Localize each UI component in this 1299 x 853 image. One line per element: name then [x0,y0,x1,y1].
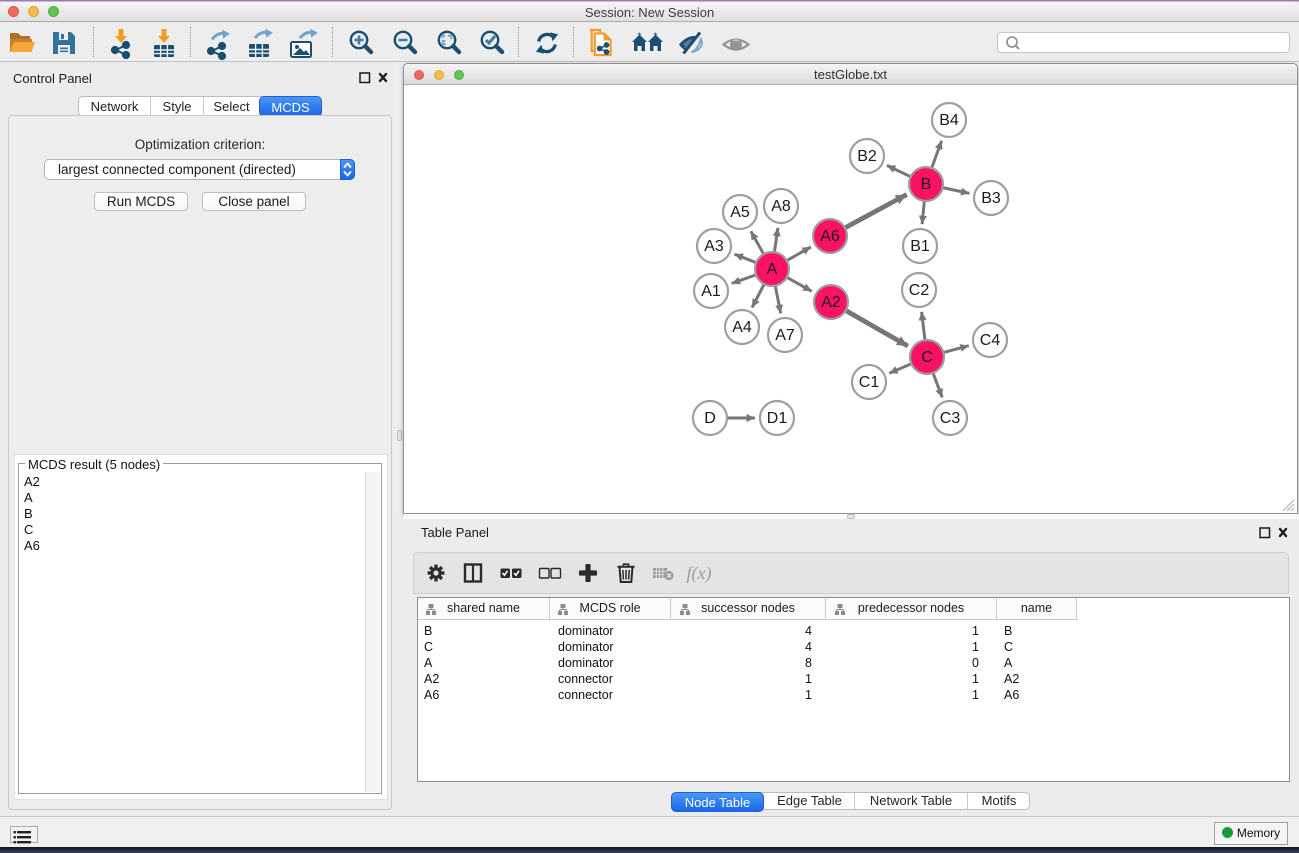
svg-text:B4: B4 [939,112,959,129]
svg-text:C3: C3 [940,410,961,427]
svg-text:A8: A8 [771,198,791,215]
svg-text:f(x): f(x) [687,563,712,584]
svg-text:B3: B3 [981,190,1001,207]
svg-text:A4: A4 [732,319,752,336]
svg-text:D1: D1 [767,410,788,427]
svg-text:A3: A3 [704,238,724,255]
svg-text:D: D [704,410,716,427]
svg-text:A2: A2 [821,294,841,311]
svg-text:A: A [767,261,778,278]
svg-text:A1: A1 [701,283,721,300]
svg-text:B: B [921,176,932,193]
svg-text:A7: A7 [775,327,795,344]
svg-text:B2: B2 [857,148,877,165]
svg-text:B1: B1 [910,238,930,255]
svg-text:C2: C2 [909,282,930,299]
svg-text:C: C [921,349,933,366]
svg-text:A5: A5 [730,204,750,221]
svg-text:C4: C4 [980,332,1001,349]
svg-text:A6: A6 [820,228,840,245]
svg-text:C1: C1 [859,374,880,391]
